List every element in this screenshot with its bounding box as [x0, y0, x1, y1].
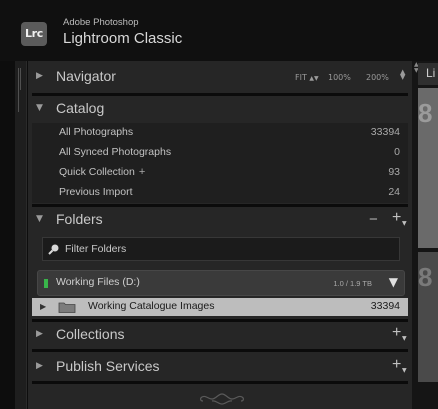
publish-services-title: Publish Services — [56, 358, 160, 374]
collapsed-triangle-icon: ▶ — [36, 329, 43, 339]
folder-icon — [58, 302, 76, 313]
volume-header[interactable]: Working Files (D:) 1.0 / 1.9 TB ▼ — [37, 270, 405, 296]
identity-plate: Lrc Adobe Photoshop Lightroom Classic — [0, 0, 438, 61]
catalog-item-label: Previous Import — [59, 186, 133, 198]
filter-folders-input[interactable] — [65, 241, 385, 257]
dropdown-triangle-icon: ▼ — [402, 220, 407, 227]
navigator-title: Navigator — [56, 68, 116, 84]
volume-status-led — [44, 279, 48, 288]
catalog-item-all-synced[interactable]: All Synced Photographs 0 — [32, 143, 408, 163]
divider — [32, 381, 408, 384]
expanded-triangle-icon: ▼ — [36, 214, 43, 224]
catalog-header[interactable]: ▼ Catalog — [28, 95, 412, 123]
folder-count: 33394 — [370, 300, 400, 312]
folders-title: Folders — [56, 211, 103, 227]
zoom-fit-button[interactable]: FIT ▲▼ — [295, 73, 319, 82]
thumbnail-index: 8 — [418, 262, 433, 292]
dropdown-triangle-icon: ▼ — [402, 367, 407, 374]
filter-folders-field[interactable] — [42, 237, 400, 261]
library-module-tab[interactable]: Li — [418, 63, 438, 85]
panel-grip-icon[interactable] — [18, 68, 23, 112]
app-name: Lightroom Classic — [63, 30, 183, 47]
catalog-item-previous-import[interactable]: Previous Import 24 — [32, 183, 408, 203]
add-publish-service-button[interactable]: + — [392, 356, 401, 374]
folders-header[interactable]: ▼ Folders − + ▼ — [28, 206, 412, 234]
folder-name: Working Catalogue Images — [88, 300, 215, 312]
left-panel-edge[interactable] — [15, 61, 27, 409]
panel-end-ornament-icon — [200, 393, 244, 405]
catalog-item-count: 93 — [388, 166, 400, 178]
catalog-item-count: 24 — [388, 186, 400, 198]
app-vendor: Adobe Photoshop — [63, 17, 139, 28]
add-folder-button[interactable]: + — [392, 209, 401, 227]
volume-name: Working Files (D:) — [56, 276, 140, 288]
folder-expand-triangle-icon[interactable]: ▶ — [40, 302, 46, 311]
catalog-list: All Photographs 33394 All Synced Photogr… — [32, 123, 408, 203]
volume-size: 1.0 / 1.9 TB — [333, 279, 372, 288]
left-panel: ▶ Navigator FIT ▲▼ 100% 200% ▲ ▼ ▼ Catalo… — [28, 61, 412, 409]
folder-row-working-catalogue-images[interactable]: ▶ Working Catalogue Images 33394 — [32, 298, 408, 316]
remove-folder-button[interactable]: − — [369, 211, 378, 228]
catalog-title: Catalog — [56, 100, 105, 116]
collections-header[interactable]: ▶ Collections + ▼ — [28, 321, 412, 349]
lightroom-logo: Lrc — [21, 22, 47, 46]
catalog-item-count: 0 — [394, 146, 400, 158]
catalog-item-label: Quick Collection + — [59, 166, 146, 178]
expanded-triangle-icon: ▼ — [36, 103, 43, 113]
scroll-up-icon[interactable]: ▲ ▼ — [414, 62, 419, 76]
zoom-stepper-icon[interactable]: ▲ ▼ — [400, 69, 405, 81]
quick-collection-plus-icon: + — [138, 166, 146, 178]
zoom-200-button[interactable]: 200% — [366, 73, 389, 82]
collapsed-triangle-icon: ▶ — [36, 361, 43, 371]
add-collection-button[interactable]: + — [392, 324, 401, 342]
dropdown-triangle-icon: ▼ — [402, 335, 407, 342]
divider — [32, 349, 408, 352]
zoom-100-button[interactable]: 100% — [328, 73, 351, 82]
catalog-item-quick-collection[interactable]: Quick Collection + 93 — [32, 163, 408, 183]
collections-title: Collections — [56, 326, 125, 342]
collapsed-triangle-icon: ▶ — [36, 71, 43, 81]
search-icon — [48, 244, 59, 255]
catalog-item-label: All Synced Photographs — [59, 146, 172, 158]
navigator-header[interactable]: ▶ Navigator FIT ▲▼ 100% 200% ▲ ▼ — [28, 63, 412, 91]
publish-services-header[interactable]: ▶ Publish Services + ▼ — [28, 353, 412, 381]
catalog-item-label: All Photographs — [59, 126, 134, 138]
thumbnail-index: 8 — [418, 98, 433, 128]
catalog-item-count: 33394 — [370, 126, 400, 138]
catalog-item-all-photographs[interactable]: All Photographs 33394 — [32, 123, 408, 143]
volume-expand-triangle-icon[interactable]: ▼ — [389, 275, 398, 289]
